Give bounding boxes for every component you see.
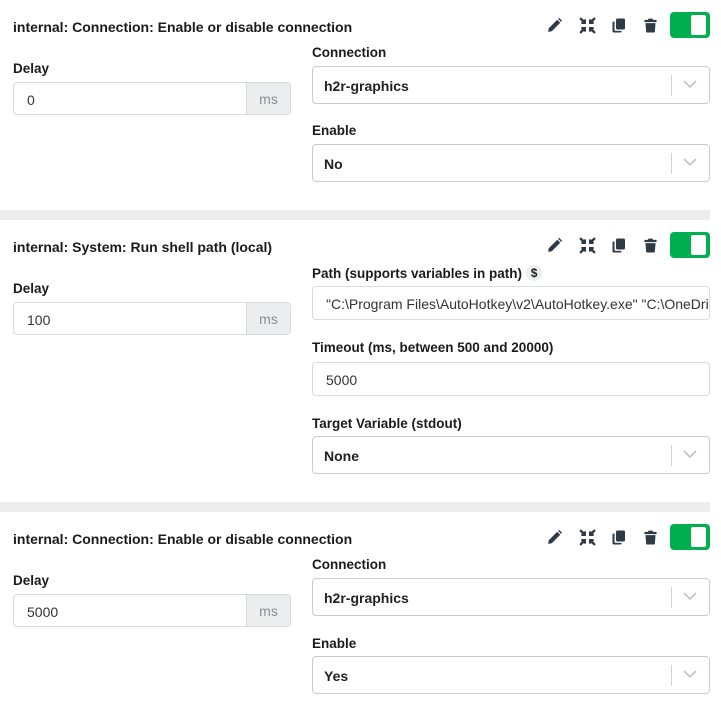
path-label: Path (supports variables in path) $	[312, 265, 543, 281]
connection-select[interactable]: h2r-graphics	[312, 578, 710, 616]
timeout-value[interactable]: 5000	[326, 372, 357, 388]
select-divider	[671, 153, 672, 174]
select-divider	[671, 75, 672, 96]
trash-icon[interactable]	[640, 524, 660, 550]
connection-label: Connection	[312, 45, 387, 60]
collapse-icon[interactable]	[577, 232, 597, 258]
select-divider	[671, 587, 672, 608]
chevron-down-icon[interactable]	[683, 80, 697, 88]
panel-separator	[0, 502, 710, 512]
enable-select[interactable]: Yes	[312, 656, 710, 694]
select-divider	[671, 665, 672, 686]
enable-value: No	[324, 156, 343, 172]
enable-label: Enable	[312, 123, 357, 138]
path-label-text: Path (supports variables in path)	[312, 266, 523, 281]
delay-input[interactable]: 0 ms	[13, 82, 291, 115]
toggle-knob	[691, 235, 706, 255]
trash-icon[interactable]	[640, 232, 660, 258]
delay-value[interactable]: 5000	[27, 604, 58, 620]
chevron-down-icon[interactable]	[683, 592, 697, 600]
enable-toggle[interactable]	[670, 524, 710, 550]
enable-value: Yes	[324, 668, 349, 684]
toggle-knob	[691, 15, 706, 35]
connection-select[interactable]: h2r-graphics	[312, 66, 710, 104]
copy-icon[interactable]	[609, 524, 629, 550]
trash-icon[interactable]	[640, 12, 660, 38]
pencil-icon[interactable]	[544, 12, 564, 38]
delay-input[interactable]: 100 ms	[13, 302, 291, 335]
delay-unit: ms	[246, 83, 290, 114]
toggle-knob	[691, 527, 706, 547]
copy-icon[interactable]	[609, 12, 629, 38]
collapse-icon[interactable]	[577, 524, 597, 550]
chevron-down-icon[interactable]	[683, 450, 697, 458]
path-value[interactable]: "C:\Program Files\AutoHotkey\v2\AutoHotk…	[326, 296, 709, 312]
action-panel-1: internal: Connection: Enable or disable …	[0, 0, 721, 210]
enable-toggle[interactable]	[670, 12, 710, 38]
connection-value: h2r-graphics	[324, 78, 409, 94]
pencil-icon[interactable]	[544, 232, 564, 258]
action-panel-2: internal: System: Run shell path (local)…	[0, 220, 721, 502]
delay-unit: ms	[246, 595, 290, 626]
delay-label: Delay	[13, 61, 50, 76]
chevron-down-icon[interactable]	[683, 670, 697, 678]
panel-separator	[0, 210, 710, 220]
pencil-icon[interactable]	[544, 524, 564, 550]
timeout-label: Timeout (ms, between 500 and 20000)	[312, 340, 554, 355]
action-title: internal: Connection: Enable or disable …	[13, 531, 353, 547]
action-title: internal: System: Run shell path (local)	[13, 239, 273, 255]
variables-badge[interactable]: $	[526, 265, 543, 281]
action-title: internal: Connection: Enable or disable …	[13, 19, 353, 35]
copy-icon[interactable]	[609, 232, 629, 258]
path-input[interactable]: "C:\Program Files\AutoHotkey\v2\AutoHotk…	[312, 286, 710, 320]
delay-label: Delay	[13, 281, 50, 296]
delay-input[interactable]: 5000 ms	[13, 594, 291, 627]
chevron-down-icon[interactable]	[683, 158, 697, 166]
connection-label: Connection	[312, 557, 387, 572]
delay-value[interactable]: 0	[27, 92, 35, 108]
target-variable-select[interactable]: None	[312, 436, 710, 474]
delay-unit: ms	[246, 303, 290, 334]
select-divider	[671, 445, 672, 466]
enable-select[interactable]: No	[312, 144, 710, 182]
enable-label: Enable	[312, 636, 357, 651]
target-variable-value: None	[324, 448, 359, 464]
target-variable-label: Target Variable (stdout)	[312, 416, 462, 431]
delay-value[interactable]: 100	[27, 312, 50, 328]
delay-label: Delay	[13, 573, 50, 588]
action-panel-3: internal: Connection: Enable or disable …	[0, 512, 721, 717]
enable-toggle[interactable]	[670, 232, 710, 258]
timeout-input[interactable]: 5000	[312, 362, 710, 396]
collapse-icon[interactable]	[577, 12, 597, 38]
connection-value: h2r-graphics	[324, 590, 409, 606]
